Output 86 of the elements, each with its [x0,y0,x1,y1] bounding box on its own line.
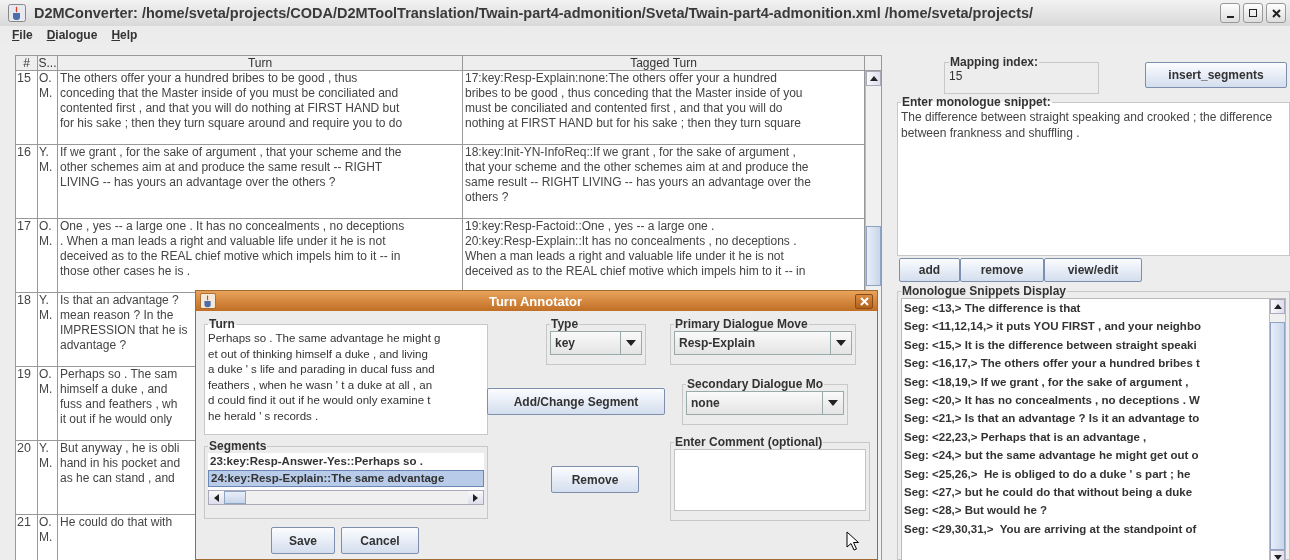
add-change-segment-button[interactable]: Add/Change Segment [487,388,665,415]
panel-title: Secondary Dialogue Mo [686,377,825,391]
window-title: D2MConverter: /home/sveta/projects/CODA/D2MToolTranslation/Twain-part4-admonition/Sveta/Twain-part4-admonition.xml /home/sveta/projects/ [34,5,1035,21]
minimize-button[interactable] [1220,3,1240,23]
list-item[interactable]: Seg: <29,30,31,> You are arriving at the standpoint of [904,519,1269,539]
menu-item[interactable]: File [12,28,33,42]
column-header[interactable]: # [16,56,38,71]
scrollbar-thumb[interactable] [866,226,881,286]
right-arrow-icon [473,493,478,502]
cup-icon [200,293,216,309]
table-cell: O. M. [38,219,58,293]
list-item[interactable]: 24:key:Resp-Explain::The same advantage [208,470,484,487]
close-button[interactable] [1266,3,1286,23]
primary-move-dropdown[interactable]: Resp-Explain [674,331,852,355]
insert-segments-button[interactable]: insert_segments [1145,61,1287,88]
cursor-icon [846,531,860,551]
snippet-button[interactable]: add [899,258,960,282]
maximize-icon [1249,9,1257,17]
column-header[interactable]: Tagged Turn [463,56,865,71]
list-item[interactable]: Seg: <16,17,> The others offer your a hundred bribes t [904,354,1269,373]
list-item[interactable]: Seg: <11,12,14,> it puts YOU FIRST , and your neighbo [904,317,1269,336]
table-cell: 19 [16,367,38,441]
list-item[interactable]: Seg: <18,19,> If we grant , for the sake of argument , [904,372,1269,392]
remove-button[interactable]: Remove [551,466,639,493]
mapping-index-field[interactable]: 15 [949,69,1094,84]
caret-icon [828,400,838,406]
table-cell: 18 [16,293,38,367]
table-cell: O. M. [38,367,58,441]
dialog-title: Turn Annotator [487,293,584,309]
menu-item[interactable]: Help [111,28,138,42]
close-icon [1271,8,1281,18]
list-item[interactable]: Seg: <21,> Is that an advantage ? Is it an advantage to [904,409,1269,428]
list-item[interactable]: Seg: <27,> but he could do that without being a duke [904,483,1269,502]
table-cell: Y. M. [38,441,58,515]
table-cell: 21 [16,515,38,560]
up-arrow-icon [869,76,878,81]
table-cell: Y. M. [38,293,58,367]
list-item[interactable]: Seg: <28,> But would he ? [904,501,1269,520]
menu-item[interactable]: Dialogue [46,28,98,42]
type-dropdown[interactable]: key [550,331,642,355]
list-item[interactable]: Seg: <15,> It is the difference between straight speaki [904,335,1269,355]
table-cell: 17 [16,219,38,293]
table-cell: O. M. [38,515,58,560]
column-header[interactable]: Turn [58,56,463,71]
secondary-move-dropdown[interactable]: none [686,391,844,415]
up-arrow-icon [1273,304,1282,309]
table-cell: 15 [16,71,38,145]
minimize-icon [1226,16,1234,18]
cup-icon [8,4,26,22]
list-item[interactable]: Seg: <24,> but the same advantage he might get out o [904,446,1269,465]
list-item[interactable]: Seg: <22,23,> Perhaps that is an advantage , [904,427,1269,447]
comment-field[interactable] [674,449,866,511]
scrollbar-thumb[interactable] [224,491,246,504]
list-item[interactable]: Seg: <13,> The difference is that [904,299,1269,318]
panel-title: Segments [208,439,268,453]
table-cell: Y. M. [38,145,58,219]
list-item[interactable]: Seg: <25,26,> He is obliged to do a duke ' s part ; he [904,464,1269,484]
down-arrow-icon [1273,555,1282,560]
panel-title: Turn [208,317,236,331]
column-header[interactable]: S... [38,56,58,71]
panel-title: Type [550,317,580,331]
snippet-button[interactable]: view/edit [1044,258,1142,282]
maximize-button[interactable] [1243,3,1263,23]
panel-title: Enter Comment (optional) [674,435,824,449]
table-cell: The others offer your a hundred bribes to be good , thus conceding that the Master inside of you must be conciliated and contented first , and that you will do nothing at FIRST HAND but for his sake ; then they turn square around and require you to do [58,71,463,145]
left-arrow-icon [214,493,219,502]
close-button[interactable] [855,293,873,309]
cancel-button[interactable]: Cancel [341,527,419,554]
caret-icon [626,340,636,346]
panel-title: Enter monologue snippet: [901,95,1052,110]
scrollbar-thumb[interactable] [1270,322,1285,550]
panel-title: Mapping index: [949,55,1039,70]
caret-icon [836,340,846,346]
table-cell: O. M. [38,71,58,145]
close-icon [859,296,869,306]
panel-title: Primary Dialogue Move [674,317,809,331]
table-cell: 20 [16,441,38,515]
scrollbar[interactable] [208,490,484,505]
save-button[interactable]: Save [271,527,335,554]
table-cell: If we grant , for the sake of argument , that your scheme and the other schemes aim at and produce the same result -- RIGHT LIVING -- has yours an advantage over the others ? [58,145,463,219]
table-cell: 16 [16,145,38,219]
panel-title: Monologue Snippets Display [901,284,1067,298]
list-item[interactable]: Seg: <20,> It has no concealments , no deceptions . W [904,391,1269,410]
snippet-field[interactable]: The difference between straight speaking and crooked ; the difference between frankness and shuffling . [901,109,1286,142]
snippet-button[interactable]: remove [960,258,1044,282]
scrollbar[interactable] [1269,299,1285,560]
